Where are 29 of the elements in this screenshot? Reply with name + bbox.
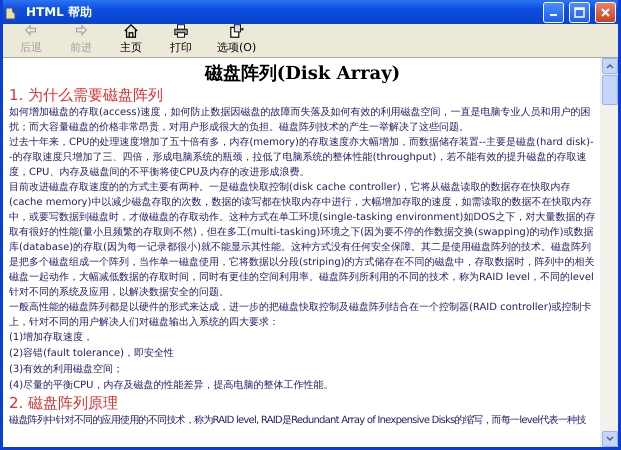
paragraph: 过去十年来，CPU的处理速度增加了五十倍有多，内存(memory)的存取速度亦大幅增加，而数据储存装置--主要是磁盘(hard disk)--的存取速度只增加了三、四倍，形成电脑系统的瓶颈，拉低了电脑系统的整体性能(throughput)，若不能有效的提升磁盘的存取速度，CPU、内存及磁盘间的不平衡将使CPU及内存的改进形成浪费。 [9, 136, 595, 180]
paragraph: 如何增加磁盘的存取(access)速度，如何防止数据因磁盘的故障而失落及如何有效的利用磁盘空间，一直是电脑专业人员和用户的困扰；而大容量磁盘的价格非常昂贵，对用户形成很大的负担。磁盘阵列技术的产生一举解决了这些问题。 [9, 106, 592, 135]
list-item: (2)容错(fault tolerance)，即安全性 [9, 346, 176, 361]
document-title: 磁盘阵列(Disk Array) [204, 62, 402, 86]
close-icon [600, 6, 611, 18]
printer-icon [173, 23, 189, 39]
scroll-down-icon[interactable] [606, 436, 614, 442]
toolbar-button[interactable]: 打印 [163, 23, 199, 55]
options-icon [228, 23, 245, 39]
close-button[interactable] [595, 2, 616, 22]
list-item: (3)有效的利用磁盘空间； [9, 362, 124, 377]
section-heading: 1. 为什么需要磁盘阵列 [9, 86, 164, 105]
paragraph: 磁盘阵列中针对不同的应用使用的不同技术，称为RAID level, RAID是Redundant Array of Inexpensive Disks的缩写，而每一level代表一种技 [9, 414, 587, 428]
maximize-button[interactable] [569, 2, 590, 22]
paragraph: 一般高性能的磁盘阵列都是以硬件的形式来达成，进一步的把磁盘快取控制及磁盘阵列结合在一个控制器(RAID controller)或控制卡上，针对不同的用户解决人们对磁盘输出入系统的四大要求： [9, 300, 593, 330]
section-heading: 2. 磁盘阵列原理 [9, 394, 120, 413]
toolbar-button[interactable]: 主页 [113, 23, 149, 55]
paragraph: 目前改进磁盘存取速度的的方式主要有两种。一是磁盘快取控制(disk cache controller)，它将从磁盘读取的数据存在快取内存(cache memory)中以减少磁盘存取的次数，数据的读写都在快取内存中进行，大幅增加存取的速度，如需读取的数据不在快取内存中，或要写数据到磁盘时，才做磁盘的存取动作。这种方式在单工环境(single-tasking environment)如DOS之下，对大量数据的存取有很好的性能(量小且频繁的存取则不然)，但在多工(multi-tasking)环境之下(因为要不停的作数据交换(swapping)的动作)或数据库(database)的存取(因为每一记录都很小)就不能显示其性能。这种方式没有任何安全保障。其二是使用磁盘阵列的技术。磁盘阵列是把多个磁盘组成一个阵列，当作单一磁盘使用，它将数据以分段(striping)的方式储存在不同的磁盘中，存取数据时，阵列中的相关磁盘一起动作，大幅减低数据的存取时间，同时有更佳的空间利用率。磁盘阵列所利用的不同的技术，称为RAID level，不同的level针对不同的系统及应用，以解决数据安全的问题。 [9, 180, 596, 300]
scroll-thumb[interactable] [602, 75, 618, 105]
list-item: (4)尽量的平衡CPU，内存及磁盘的性能差异，提高电脑的整体工作性能。 [9, 378, 334, 393]
home-icon [123, 23, 139, 39]
maximize-icon [574, 6, 585, 18]
window-title: HTML 帮助 [26, 4, 93, 20]
minimize-icon [550, 14, 557, 16]
list-item: (1)增加存取速度， [9, 330, 94, 345]
minimize-button[interactable] [543, 2, 564, 22]
scrollbar[interactable] [600, 58, 618, 447]
toolbar-button[interactable]: 选项(O) [213, 23, 260, 55]
scroll-up-icon[interactable] [606, 63, 614, 69]
